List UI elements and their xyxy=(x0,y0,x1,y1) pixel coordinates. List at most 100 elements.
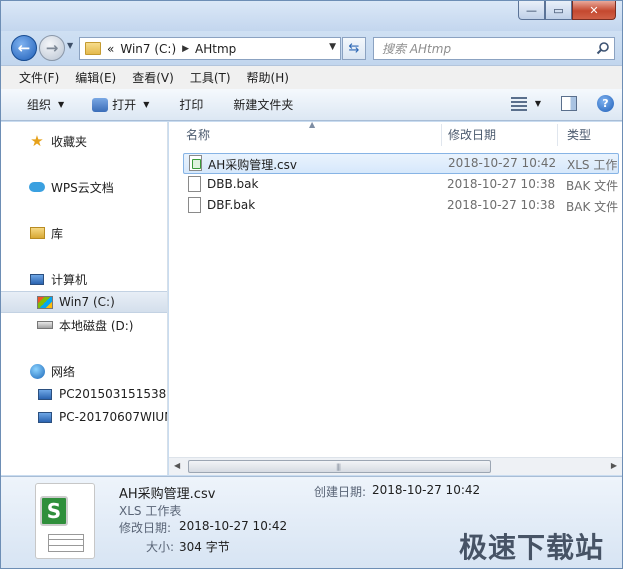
search-icon[interactable] xyxy=(596,41,610,55)
menu-tools[interactable]: 工具(T) xyxy=(182,69,239,86)
windows-drive-icon xyxy=(37,295,53,309)
new-folder-button[interactable]: 新建文件夹 xyxy=(233,96,293,113)
minimize-button[interactable]: — xyxy=(518,1,545,20)
help-icon[interactable]: ? xyxy=(597,95,614,112)
menu-view[interactable]: 查看(V) xyxy=(124,69,182,86)
arrow-left-icon: ← xyxy=(17,39,31,57)
file-row[interactable]: AH采购管理.csv 2018-10-27 10:42 XLS 工作 xyxy=(183,153,619,174)
menu-file[interactable]: 文件(F) xyxy=(11,69,67,86)
address-overflow[interactable]: « xyxy=(107,42,114,56)
file-name: AH采购管理.csv xyxy=(208,158,297,172)
title-bar[interactable]: — ▭ ✕ xyxy=(1,1,622,31)
nav-item-label: WPS云文档 xyxy=(51,180,114,195)
back-button[interactable]: ← xyxy=(11,35,37,61)
scrollbar-thumb[interactable]: ||| xyxy=(188,460,491,473)
nav-item-label: 收藏夹 xyxy=(51,134,88,149)
chevron-down-icon: ▼ xyxy=(58,100,65,109)
chevron-down-icon[interactable]: ▼ xyxy=(535,99,541,108)
close-button[interactable]: ✕ xyxy=(572,1,616,20)
details-modified-label: 修改日期: xyxy=(119,521,172,535)
nav-item-library[interactable]: 库 xyxy=(1,222,167,244)
star-icon: ★ xyxy=(30,132,44,150)
sort-ascending-icon: ▲ xyxy=(309,122,316,129)
forward-button[interactable]: → xyxy=(39,35,65,61)
file-icon xyxy=(188,197,201,213)
history-dropdown-icon[interactable]: ▼ xyxy=(67,41,73,50)
details-filename: AH采购管理.csv xyxy=(119,487,216,502)
menu-edit[interactable]: 编辑(E) xyxy=(67,69,124,86)
column-header-name[interactable]: 名称 ▲ xyxy=(169,122,441,147)
nav-item-pc-20170607wiun[interactable]: PC-20170607WIUN xyxy=(1,406,167,428)
computer-icon xyxy=(37,387,53,401)
search-box[interactable]: 搜索 AHtmp xyxy=(373,37,615,60)
view-options-icon[interactable] xyxy=(510,96,527,111)
details-created-value: 2018-10-27 10:42 xyxy=(372,483,481,497)
grid-icon xyxy=(48,534,84,552)
computer-icon xyxy=(37,410,53,424)
nav-item-local-disk-d[interactable]: 本地磁盘 (D:) xyxy=(1,314,167,336)
nav-item-win7-c[interactable]: Win7 (C:) xyxy=(1,291,167,313)
nav-item-label: Win7 (C:) xyxy=(59,295,115,309)
organize-button[interactable]: 组织 ▼ xyxy=(27,96,64,113)
maximize-button[interactable]: ▭ xyxy=(545,1,572,20)
nav-item-label: 本地磁盘 (D:) xyxy=(59,318,134,333)
caption-buttons: — ▭ ✕ xyxy=(518,1,616,20)
file-modified: 2018-10-27 10:38 xyxy=(447,177,556,191)
print-button[interactable]: 打印 xyxy=(179,96,203,113)
library-icon xyxy=(29,226,45,240)
address-segment-folder[interactable]: AHtmp xyxy=(195,42,236,56)
preview-pane-icon[interactable] xyxy=(561,96,577,111)
horizontal-scrollbar[interactable]: ◀ ||| ▶ xyxy=(169,457,622,475)
address-row: ← → ▼ « Win7 (C:) ▶ AHtmp ▼ ⇆ 搜索 AHtmp xyxy=(1,31,622,65)
spreadsheet-file-icon: S xyxy=(35,483,95,559)
refresh-icon: ⇆ xyxy=(348,41,360,56)
file-type: BAK 文件 xyxy=(566,179,619,193)
details-size-value: 304 字节 xyxy=(179,540,230,554)
view-controls: ▼ ? xyxy=(510,95,614,112)
search-input[interactable]: 搜索 AHtmp xyxy=(382,40,451,57)
nav-item-label: 网络 xyxy=(51,364,76,379)
menu-help[interactable]: 帮助(H) xyxy=(239,69,297,86)
nav-item-network[interactable]: 网络 xyxy=(1,360,167,382)
grip-icon: ||| xyxy=(336,463,341,471)
scroll-left-icon[interactable]: ◀ xyxy=(174,461,180,470)
chevron-down-icon: ▼ xyxy=(143,100,150,109)
drive-icon xyxy=(37,318,53,332)
new-folder-label: 新建文件夹 xyxy=(233,98,294,112)
file-row[interactable]: DBF.bak 2018-10-27 10:38 BAK 文件 xyxy=(183,196,619,217)
file-icon xyxy=(188,176,201,192)
details-created-label: 创建日期: xyxy=(314,485,367,499)
organize-label: 组织 xyxy=(27,98,52,112)
open-button[interactable]: 打开 ▼ xyxy=(92,96,149,113)
nav-item-label: PC201503151538 xyxy=(59,387,167,401)
file-list[interactable]: 名称 ▲ 修改日期 类型 AH采购管理.csv 2018-10-27 10:42… xyxy=(169,122,622,475)
column-header-modified[interactable]: 修改日期 xyxy=(431,122,551,147)
refresh-button[interactable]: ⇆ xyxy=(342,37,366,60)
chevron-right-icon[interactable]: ▶ xyxy=(182,44,189,54)
address-segment-drive[interactable]: Win7 (C:) xyxy=(120,42,176,56)
cloud-icon xyxy=(29,180,45,194)
network-icon xyxy=(29,363,45,379)
nav-item-wps-cloud[interactable]: WPS云文档 xyxy=(1,176,167,198)
nav-item-label: 计算机 xyxy=(51,272,88,287)
file-modified: 2018-10-27 10:38 xyxy=(447,198,556,212)
explorer-window: — ▭ ✕ ← → ▼ « Win7 (C:) ▶ AHtmp ▼ ⇆ 搜索 A… xyxy=(0,0,623,569)
file-type: BAK 文件 xyxy=(566,200,619,214)
file-row[interactable]: DBB.bak 2018-10-27 10:38 BAK 文件 xyxy=(183,175,619,196)
column-header-label: 修改日期 xyxy=(448,128,497,142)
details-filetype: XLS 工作表 xyxy=(119,504,182,518)
column-header-type[interactable]: 类型 xyxy=(550,122,620,147)
navigation-pane[interactable]: ★ 收藏夹 WPS云文档 库 计算机 Win7 (C:) 本地磁盘 (D:) 网… xyxy=(1,122,168,475)
details-pane: S AH采购管理.csv XLS 工作表 修改日期: 2018-10-27 10… xyxy=(1,476,622,568)
scroll-right-icon[interactable]: ▶ xyxy=(611,461,617,470)
open-with-icon xyxy=(92,97,109,112)
spreadsheet-badge: S xyxy=(40,496,68,526)
address-dropdown-icon[interactable]: ▼ xyxy=(329,42,336,52)
computer-icon xyxy=(29,272,45,286)
nav-item-pc201503151538[interactable]: PC201503151538 xyxy=(1,383,167,405)
nav-item-computer[interactable]: 计算机 xyxy=(1,268,167,290)
file-type: XLS 工作 xyxy=(567,158,618,172)
nav-item-favorites[interactable]: ★ 收藏夹 xyxy=(1,130,167,152)
address-bar[interactable]: « Win7 (C:) ▶ AHtmp ▼ xyxy=(79,37,341,60)
watermark-text: 极速下载站 xyxy=(458,531,604,564)
